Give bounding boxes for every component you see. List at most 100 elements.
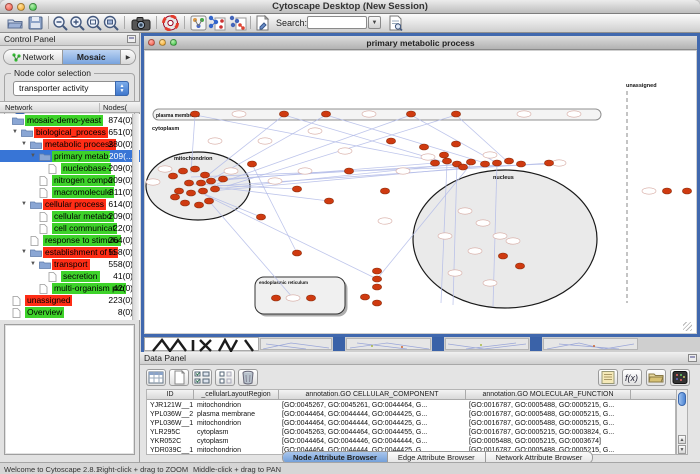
table-cell[interactable]: mitochondrion — [194, 419, 279, 428]
tree-row[interactable]: cellular metabo209(0) — [0, 210, 140, 222]
column-header[interactable]: annotation.GO MOLECULAR_FUNCTION — [466, 390, 631, 400]
zoom-selected-icon[interactable] — [103, 15, 120, 31]
network-node[interactable] — [372, 276, 381, 282]
attribute-table[interactable]: ID_cellularLayoutRegionannotation.GO CEL… — [146, 389, 676, 455]
network-node[interactable] — [292, 250, 301, 256]
search-dropdown-icon[interactable]: ▼ — [368, 16, 381, 29]
tree-row-label[interactable]: unassigned — [25, 295, 72, 306]
tree-row[interactable]: multi-organism pro42(0) — [0, 282, 140, 294]
network-window-titlebar[interactable]: primary metabolic process — [144, 36, 697, 50]
tree-row[interactable]: mosaic-demo-yeast874(0) — [0, 114, 140, 126]
tree-row-label[interactable]: biological_process — [34, 127, 108, 138]
network-node[interactable] — [204, 198, 213, 204]
scroll-up-icon[interactable]: ▲ — [678, 435, 686, 444]
network-node[interactable] — [430, 160, 439, 166]
scroll-down-icon[interactable]: ▼ — [678, 445, 686, 454]
network-node[interactable] — [662, 188, 671, 194]
function-builder-icon[interactable]: f(x) — [622, 369, 642, 386]
tree-row-label[interactable]: mosaic-demo-yeast — [25, 115, 103, 126]
table-scrollbar[interactable]: ▲ ▼ — [676, 389, 688, 455]
annotation-page-icon[interactable] — [254, 15, 271, 31]
table-cell[interactable]: mitochondrion — [194, 446, 279, 455]
network-node[interactable] — [198, 188, 207, 194]
table-cell[interactable]: [GO:0005488, GO:0005215, GO:0003674] — [466, 437, 631, 446]
tree-row-label[interactable]: establishment of lo — [43, 247, 118, 258]
table-cell[interactable]: YPL036W__1 — [147, 419, 194, 428]
window-titlebar[interactable]: Cytoscape Desktop (New Session) — [0, 0, 700, 14]
tree-row[interactable]: ▼establishment of lo558(0) — [0, 246, 140, 258]
new-attribute-icon[interactable] — [169, 369, 189, 386]
layout-red-icon[interactable] — [228, 15, 247, 31]
table-cell[interactable]: YJR121W__1 — [147, 401, 194, 410]
network-node[interactable] — [196, 180, 205, 186]
tree-row-label[interactable]: nucleobase- — [61, 163, 111, 174]
tree-row-label[interactable]: nitrogen compo — [52, 175, 115, 186]
network-node[interactable] — [194, 202, 203, 208]
network-node[interactable] — [321, 111, 330, 117]
network-node[interactable] — [480, 161, 489, 167]
table-cell[interactable]: mitochondrion — [194, 401, 279, 410]
network-node[interactable] — [186, 190, 195, 196]
network-node[interactable] — [184, 180, 193, 186]
tree-scrollbar[interactable] — [132, 114, 139, 320]
more-tabs-icon[interactable]: ▶ — [121, 50, 135, 64]
table-cell[interactable]: YPL036W__2 — [147, 410, 194, 419]
table-cell[interactable]: YKR052C — [147, 437, 194, 446]
table-cell[interactable]: plasma membrane — [194, 410, 279, 419]
tree-row-label[interactable]: metabolic process — [43, 139, 116, 150]
network-node[interactable] — [516, 161, 525, 167]
table-cell[interactable]: cytoplasm — [194, 437, 279, 446]
table-cell[interactable]: [GO:0045263, GO:0044464, GO:0044455, G..… — [279, 428, 466, 437]
tree-row-label[interactable]: cellular metabo — [52, 211, 114, 222]
open-icon[interactable] — [7, 15, 24, 31]
zoom-fit-icon[interactable] — [86, 15, 103, 31]
column-header[interactable]: ID — [147, 390, 194, 400]
tree-row[interactable]: ▼metabolic process280(0) — [0, 138, 140, 150]
select-attributes-icon[interactable] — [192, 369, 212, 386]
tree-row[interactable]: ▼cellular process614(0) — [0, 198, 140, 210]
network-node[interactable] — [279, 111, 288, 117]
tree-row[interactable]: unassigned223(0) — [0, 294, 140, 306]
birds-eye-view[interactable] — [4, 324, 135, 455]
tree-row-label[interactable]: Overview — [25, 307, 64, 318]
network-node[interactable] — [344, 168, 353, 174]
network-node[interactable] — [466, 159, 475, 165]
node-color-dropdown[interactable]: transporter activity ▲▼ — [13, 81, 129, 96]
attribute-matrix-icon[interactable] — [670, 369, 690, 386]
network-node[interactable] — [682, 188, 691, 194]
tree-row-label[interactable]: secretion — [61, 271, 100, 282]
expander-icon[interactable]: ▼ — [21, 246, 27, 258]
network-node[interactable] — [372, 284, 381, 290]
network-node[interactable] — [451, 141, 460, 147]
network-node[interactable] — [200, 172, 209, 178]
network-canvas[interactable]: nucleusmitochondrionplasma membranecytop… — [144, 50, 697, 334]
save-icon[interactable] — [27, 15, 44, 31]
tree-row-label[interactable]: cellular process — [43, 199, 106, 210]
search-input[interactable] — [307, 16, 367, 29]
table-cell[interactable]: [GO:0016787, GO:0005488, GO:0005215, G..… — [466, 419, 631, 428]
network-node[interactable] — [406, 111, 415, 117]
tree-row[interactable]: response to stimulu264(0) — [0, 234, 140, 246]
table-cell[interactable]: [GO:0044464, GO:0044446, GO:0044444, G..… — [279, 437, 466, 446]
network-node[interactable] — [190, 166, 199, 172]
tree-row[interactable]: cell communicat22(0) — [0, 222, 140, 234]
network-node[interactable] — [498, 253, 507, 259]
tree-row[interactable]: ▼biological_process651(0) — [0, 126, 140, 138]
network-node[interactable] — [206, 178, 215, 184]
search-options-icon[interactable] — [387, 15, 404, 31]
expander-icon[interactable]: ▼ — [30, 258, 36, 270]
network-node[interactable] — [306, 295, 315, 301]
table-cell[interactable]: YDR039C__1 — [147, 446, 194, 455]
network-node[interactable] — [386, 138, 395, 144]
network-overview-icon[interactable] — [190, 15, 207, 31]
attribute-table-icon[interactable] — [146, 369, 166, 386]
network-node[interactable] — [210, 186, 219, 192]
network-node[interactable] — [190, 111, 199, 117]
network-node[interactable] — [380, 188, 389, 194]
network-node[interactable] — [324, 198, 333, 204]
network-node[interactable] — [180, 200, 189, 206]
attribute-list-icon[interactable] — [598, 369, 618, 386]
table-cell[interactable]: [GO:0045267, GO:0045261, GO:0044464, G..… — [279, 401, 466, 410]
network-node[interactable] — [168, 173, 177, 179]
expander-icon[interactable]: ▼ — [21, 198, 27, 210]
